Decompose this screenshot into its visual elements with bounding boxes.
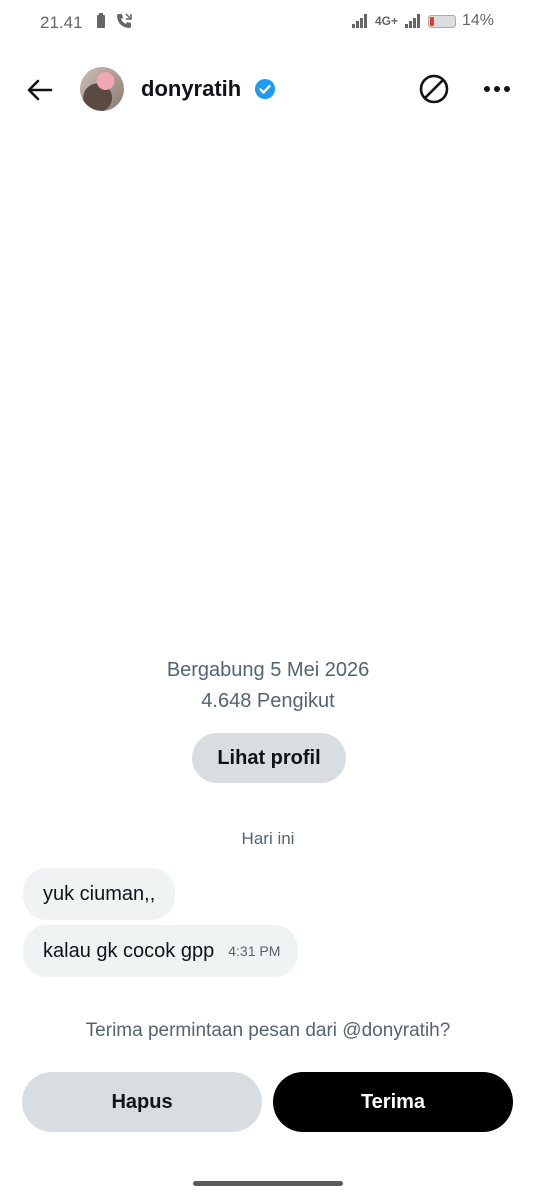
block-icon[interactable] xyxy=(418,73,450,105)
signal-icon xyxy=(351,14,367,28)
battery-percent: 14% xyxy=(461,12,494,29)
conversation-header: donyratih xyxy=(0,60,536,120)
home-indicator[interactable] xyxy=(193,1181,343,1186)
battery-icon xyxy=(427,14,456,28)
message-bubble[interactable]: kalau gk cocok gpp 4:31 PM xyxy=(23,925,299,977)
network-type: 4G+ xyxy=(374,14,398,28)
back-arrow-icon[interactable] xyxy=(24,74,56,106)
avatar[interactable] xyxy=(80,67,124,111)
message-bubble[interactable]: yuk ciuman,, xyxy=(23,868,176,920)
accept-button[interactable]: Terima xyxy=(273,1072,513,1132)
day-separator: Hari ini xyxy=(241,829,295,848)
call-icon xyxy=(117,13,132,28)
username[interactable]: donyratih xyxy=(141,76,241,102)
status-time: 21.41 xyxy=(40,13,83,32)
more-options-icon[interactable] xyxy=(481,76,513,102)
signal-icon xyxy=(404,14,420,28)
view-profile-button[interactable]: Lihat profil xyxy=(192,733,346,783)
joined-date: Bergabung 5 Mei 2026 xyxy=(166,659,370,681)
status-bar: 21.41 4G+ 14% xyxy=(0,0,536,44)
message-timestamp: 4:31 PM xyxy=(228,943,281,959)
message-text: yuk ciuman,, xyxy=(43,883,156,905)
battery-saver-icon xyxy=(97,13,105,28)
follower-count: 4.648 Pengikut xyxy=(201,690,335,712)
verified-badge-icon xyxy=(255,79,275,99)
delete-button[interactable]: Hapus xyxy=(22,1072,262,1132)
request-prompt: Terima permintaan pesan dari @donyratih? xyxy=(85,1020,451,1041)
message-text: kalau gk cocok gpp xyxy=(43,940,215,962)
